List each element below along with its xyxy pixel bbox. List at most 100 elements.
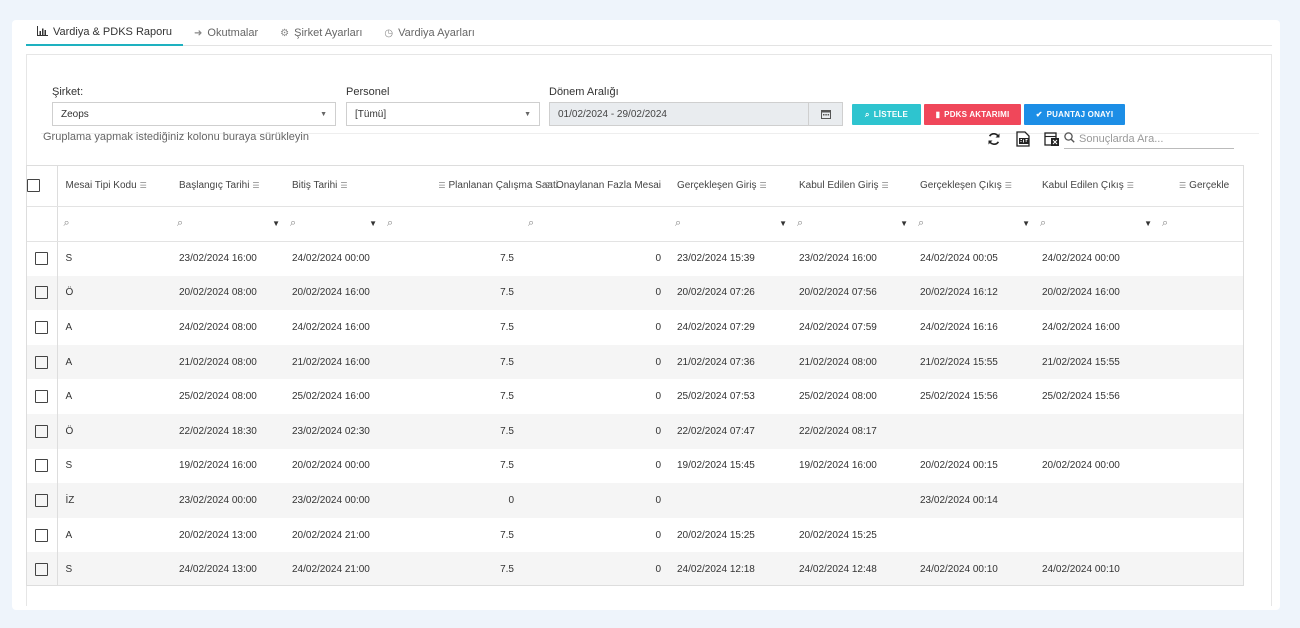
tab-shift-pdks-report[interactable]: Vardiya & PDKS Raporu bbox=[26, 20, 184, 46]
filter-icon[interactable]: ☰ bbox=[1005, 181, 1012, 190]
row-checkbox[interactable] bbox=[35, 252, 49, 266]
results-search[interactable] bbox=[1064, 129, 1234, 149]
filter-icon[interactable]: ☰ bbox=[546, 181, 553, 190]
row-checkbox[interactable] bbox=[35, 493, 49, 507]
export-excel-icon[interactable] bbox=[1043, 130, 1061, 148]
table-cell: 20/02/2024 13:00 bbox=[179, 529, 257, 541]
tab-label: Şirket Ayarları bbox=[294, 27, 363, 39]
approve-button-label: PUANTAJ ONAYI bbox=[1046, 110, 1114, 119]
filter-icon[interactable]: ☰ bbox=[881, 181, 888, 190]
period-range-input[interactable]: 01/02/2024 - 29/02/2024 bbox=[549, 102, 843, 126]
row-checkbox[interactable] bbox=[35, 459, 49, 473]
tab-readings[interactable]: ➜ Okutmalar bbox=[183, 20, 269, 46]
tab-label: Vardiya & PDKS Raporu bbox=[53, 26, 173, 38]
table-cell: 20/02/2024 16:00 bbox=[1034, 275, 1156, 311]
filter-cell[interactable]: ⌕ ▼ bbox=[791, 206, 912, 242]
table-cell: S bbox=[57, 552, 171, 585]
list-button-label: LİSTELE bbox=[873, 110, 908, 119]
table-cell: 0 bbox=[655, 391, 661, 403]
filter-cell[interactable]: ⌕ ▼ bbox=[284, 206, 381, 242]
column-header[interactable]: Başlangıç Tarihi ☰ bbox=[171, 166, 284, 207]
company-select[interactable]: Zeops ▼ bbox=[52, 102, 336, 126]
column-header[interactable]: Gerçekleşen Çıkış ☰ bbox=[912, 166, 1034, 207]
table-cell: 20/02/2024 21:00 bbox=[292, 529, 370, 541]
filter-icon[interactable]: ☰ bbox=[759, 181, 766, 190]
column-header[interactable]: Bitiş Tarihi ☰ bbox=[284, 166, 381, 207]
table-row[interactable]: S 24/02/2024 13:00 24/02/2024 21:00 7.5 0 24/… bbox=[27, 552, 1243, 585]
personnel-select[interactable]: [Tümü] ▼ bbox=[346, 102, 540, 126]
column-header[interactable]: ☰ Gerçekle bbox=[1156, 166, 1243, 207]
filter-cell-empty bbox=[27, 206, 58, 242]
filter-cell[interactable]: ⌕ bbox=[1156, 206, 1243, 242]
table-cell: 7.5 bbox=[381, 275, 522, 311]
table-cell: 21/02/2024 08:00 bbox=[171, 344, 284, 380]
filter-cell[interactable]: ⌕ bbox=[522, 206, 669, 242]
column-header[interactable]: ☰ Onaylanan Fazla Mesai bbox=[522, 166, 669, 207]
table-row[interactable]: A 25/02/2024 08:00 25/02/2024 16:00 7.5 0 25/… bbox=[27, 379, 1243, 414]
row-checkbox[interactable] bbox=[35, 424, 49, 438]
column-header[interactable]: Gerçekleşen Giriş ☰ bbox=[669, 166, 791, 207]
refresh-icon[interactable] bbox=[985, 130, 1003, 148]
filter-icon[interactable]: ☰ bbox=[1179, 181, 1186, 190]
results-search-input[interactable] bbox=[1079, 132, 1219, 145]
table-cell: 24/02/2024 16:16 bbox=[920, 321, 998, 333]
column-header[interactable]: Kabul Edilen Giriş ☰ bbox=[791, 166, 912, 207]
caret-down-icon[interactable]: ▼ bbox=[1022, 219, 1030, 228]
table-row[interactable]: A 20/02/2024 13:00 20/02/2024 21:00 7.5 0 20/… bbox=[27, 517, 1243, 553]
filter-cell[interactable]: ⌕ ▼ bbox=[912, 206, 1034, 242]
filter-cell[interactable]: ⌕ ▼ bbox=[1034, 206, 1156, 242]
caret-down-icon[interactable]: ▼ bbox=[779, 219, 787, 228]
caret-down-icon[interactable]: ▼ bbox=[369, 219, 377, 228]
row-checkbox[interactable] bbox=[35, 528, 49, 542]
table-cell: 20/02/2024 07:26 bbox=[669, 275, 791, 311]
table-row[interactable]: Ö 20/02/2024 08:00 20/02/2024 16:00 7.5 0 20/… bbox=[27, 275, 1243, 311]
table-row[interactable]: S 23/02/2024 16:00 24/02/2024 00:00 7.5 0 23/… bbox=[27, 241, 1243, 276]
chevron-down-icon: ▼ bbox=[320, 110, 327, 118]
filter-icon[interactable]: ☰ bbox=[140, 181, 147, 190]
table-row[interactable]: Ö 22/02/2024 18:30 23/02/2024 02:30 7.5 0 22/… bbox=[27, 413, 1243, 449]
filter-icon[interactable]: ☰ bbox=[1127, 181, 1134, 190]
filter-icon[interactable]: ☰ bbox=[252, 181, 259, 190]
filter-cell[interactable]: ⌕ ▼ bbox=[171, 206, 284, 242]
caret-down-icon[interactable]: ▼ bbox=[1144, 219, 1152, 228]
row-checkbox[interactable] bbox=[35, 355, 49, 369]
table-cell: 0 bbox=[655, 460, 661, 472]
export-pdf-icon[interactable] bbox=[1014, 130, 1032, 148]
row-checkbox[interactable] bbox=[35, 390, 49, 404]
table-cell: 24/02/2024 16:00 bbox=[1042, 321, 1120, 333]
filter-cell[interactable]: ⌕ ▼ bbox=[669, 206, 791, 242]
filter-cell[interactable]: ⌕ bbox=[381, 206, 522, 242]
timesheet-approve-button[interactable]: ✔ PUANTAJ ONAYI bbox=[1024, 104, 1125, 125]
table-cell: 24/02/2024 00:00 bbox=[292, 253, 370, 265]
table-row[interactable]: A 21/02/2024 08:00 21/02/2024 16:00 7.5 0 21/… bbox=[27, 344, 1243, 380]
pdks-transfer-button[interactable]: ▮ PDKS AKTARIMI bbox=[924, 104, 1021, 125]
calendar-icon[interactable] bbox=[808, 103, 842, 125]
period-value: 01/02/2024 - 29/02/2024 bbox=[558, 108, 667, 120]
caret-down-icon[interactable]: ▼ bbox=[900, 219, 908, 228]
table-row[interactable]: A 24/02/2024 08:00 24/02/2024 16:00 7.5 0 24/… bbox=[27, 310, 1243, 345]
list-button[interactable]: ⌕ LİSTELE bbox=[852, 104, 921, 125]
select-all-checkbox[interactable] bbox=[27, 179, 40, 193]
tab-company-settings[interactable]: ⚙ Şirket Ayarları bbox=[269, 20, 373, 46]
personnel-label: Personel bbox=[346, 86, 390, 98]
table-cell: 7.5 bbox=[500, 460, 514, 472]
table-cell: 25/02/2024 16:00 bbox=[292, 391, 370, 403]
column-header[interactable]: Kabul Edilen Çıkış ☰ bbox=[1034, 166, 1156, 207]
row-checkbox[interactable] bbox=[35, 286, 49, 300]
filter-cell[interactable]: ⌕ bbox=[57, 206, 171, 242]
table-row[interactable]: İZ 23/02/2024 00:00 23/02/2024 00:00 0 0 23/0… bbox=[27, 483, 1243, 518]
row-checkbox[interactable] bbox=[35, 320, 49, 334]
table-cell: Ö bbox=[57, 413, 171, 449]
table-cell: 22/02/2024 07:47 bbox=[669, 413, 791, 449]
filter-icon[interactable]: ☰ bbox=[340, 181, 347, 190]
column-header[interactable]: ☰ Planlanan Çalışma Saati bbox=[381, 166, 558, 207]
column-header[interactable]: Mesai Tipi Kodu ☰ bbox=[57, 166, 171, 207]
filter-icon[interactable]: ☰ bbox=[438, 181, 445, 190]
table-row[interactable]: S 19/02/2024 16:00 20/02/2024 00:00 7.5 0 19/… bbox=[27, 448, 1243, 484]
tab-shift-settings[interactable]: ◷ Vardiya Ayarları bbox=[373, 20, 485, 46]
data-grid: Mesai Tipi Kodu ☰ Başlangıç Tarihi ☰ Bitiş… bbox=[26, 165, 1244, 586]
row-select-cell bbox=[27, 310, 58, 345]
row-checkbox[interactable] bbox=[35, 563, 49, 577]
caret-down-icon[interactable]: ▼ bbox=[272, 219, 280, 228]
table-cell: 0 bbox=[522, 552, 669, 585]
